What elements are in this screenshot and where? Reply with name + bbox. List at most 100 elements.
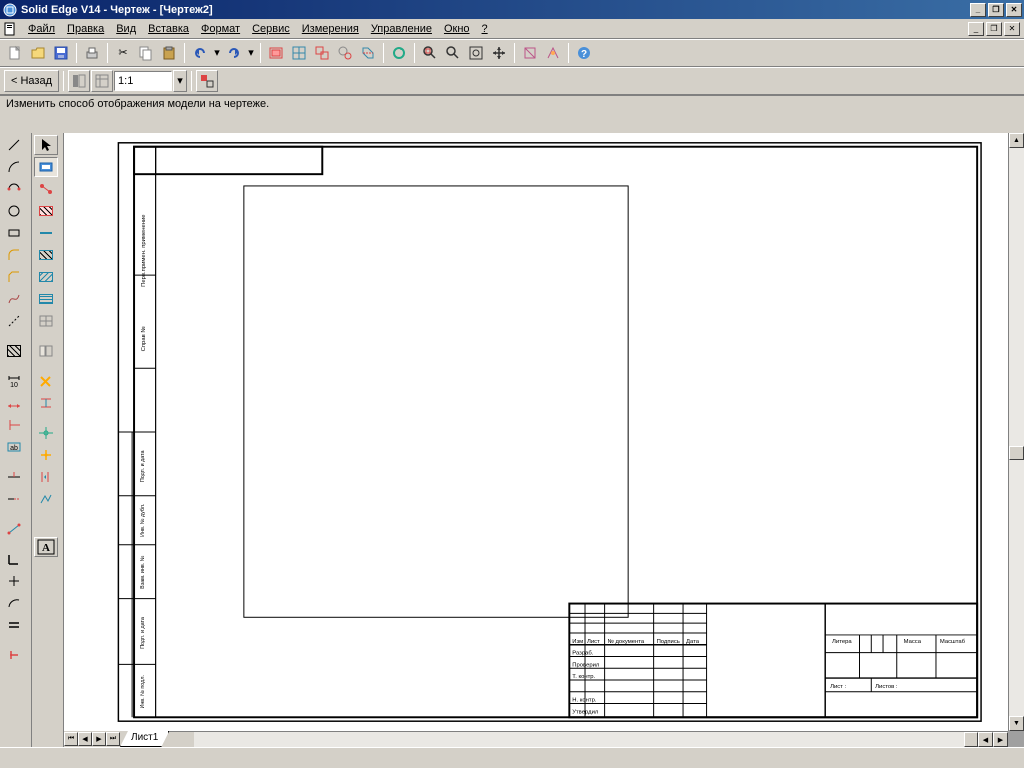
menu-edit[interactable]: Правка — [61, 21, 110, 37]
callout-point-icon[interactable] — [2, 571, 26, 591]
chamfer-tool-icon[interactable] — [2, 267, 26, 287]
mdi-restore-button[interactable]: ❐ — [986, 22, 1002, 36]
paste-button[interactable] — [158, 42, 180, 64]
menu-tools[interactable]: Сервис — [246, 21, 296, 37]
main-view-button[interactable] — [288, 42, 310, 64]
edgebar-tool-icon[interactable] — [34, 341, 58, 361]
edit-dim-tool-icon[interactable]: ab — [2, 437, 26, 457]
drawing-canvas[interactable]: Перв.примен. применение Справ № Подп. и … — [64, 133, 1008, 731]
callout-arc-icon[interactable] — [2, 593, 26, 613]
menu-view[interactable]: Вид — [110, 21, 142, 37]
circle-tool-icon[interactable] — [2, 201, 26, 221]
tangent-tool-icon[interactable] — [34, 311, 58, 331]
callout-eq-icon[interactable] — [2, 615, 26, 635]
menu-file[interactable]: Файл — [22, 21, 61, 37]
horizontal-scrollbar[interactable]: ◀ ▶ — [64, 731, 1008, 747]
vertical-scrollbar[interactable]: ▲ ▼ — [1008, 133, 1024, 731]
detail-view-button[interactable] — [334, 42, 356, 64]
scroll-up-button[interactable]: ▲ — [1009, 133, 1024, 148]
menu-manage[interactable]: Управление — [365, 21, 438, 37]
menu-help[interactable]: ? — [476, 21, 494, 37]
mdi-minimize-button[interactable]: _ — [968, 22, 984, 36]
menu-window[interactable]: Окно — [438, 21, 476, 37]
shading-mode-button[interactable] — [68, 70, 90, 92]
display-quality-button[interactable] — [91, 70, 113, 92]
update-views-button[interactable] — [388, 42, 410, 64]
mdi-close-button[interactable]: ✕ — [1004, 22, 1020, 36]
trim-tool-icon[interactable] — [2, 467, 26, 487]
parallel-tool-icon[interactable] — [34, 245, 58, 265]
maximize-button[interactable]: ❐ — [988, 3, 1004, 17]
sketch-tool-icon[interactable] — [34, 157, 58, 177]
new-button[interactable] — [4, 42, 26, 64]
sheet-first-button[interactable]: ⏮ — [64, 732, 78, 746]
save-button[interactable] — [50, 42, 72, 64]
line-tool-icon[interactable] — [2, 135, 26, 155]
sheet-last-button[interactable]: ⏭ — [106, 732, 120, 746]
close-button[interactable]: ✕ — [1006, 3, 1022, 17]
help-button[interactable]: ? — [573, 42, 595, 64]
origin-tool-icon[interactable] — [34, 423, 58, 443]
zoom-button[interactable] — [442, 42, 464, 64]
text-tool-icon[interactable]: A — [34, 537, 58, 557]
rect-tool-icon[interactable] — [2, 223, 26, 243]
fillet-tool-icon[interactable] — [2, 245, 26, 265]
rel-align-icon[interactable] — [34, 467, 58, 487]
menu-measure[interactable]: Измерения — [296, 21, 365, 37]
tool-a-button[interactable] — [519, 42, 541, 64]
retrieve-dim-icon[interactable] — [34, 371, 58, 391]
dimension-tool-icon[interactable] — [2, 393, 26, 413]
hatch-tool-icon[interactable] — [2, 341, 26, 361]
print-button[interactable] — [81, 42, 103, 64]
match-settings-button[interactable] — [196, 70, 218, 92]
axis-dim-tool-icon[interactable] — [2, 415, 26, 435]
view-wizard-button[interactable] — [265, 42, 287, 64]
callout-perp-icon[interactable] — [2, 549, 26, 569]
tool-b-button[interactable] — [542, 42, 564, 64]
spline-tool-icon[interactable] — [2, 289, 26, 309]
scrollbar-thumb[interactable] — [1009, 446, 1024, 460]
undo-button[interactable] — [189, 42, 211, 64]
arc-tool-icon[interactable] — [2, 157, 26, 177]
undo-dropdown[interactable]: ▾ — [212, 42, 222, 64]
scroll-left-button[interactable]: ◀ — [978, 732, 993, 747]
minimize-button[interactable]: _ — [970, 3, 986, 17]
redo-dropdown[interactable]: ▾ — [246, 42, 256, 64]
scroll-right-button[interactable]: ▶ — [993, 732, 1008, 747]
perp-tool-icon[interactable] — [34, 267, 58, 287]
copy-button[interactable] — [135, 42, 157, 64]
horiz-tool-icon[interactable] — [34, 201, 58, 221]
sheet-tab[interactable]: Лист1 — [120, 731, 169, 747]
extend-tool-icon[interactable] — [2, 489, 26, 509]
menu-format[interactable]: Формат — [195, 21, 246, 37]
collinear-tool-icon[interactable] — [34, 223, 58, 243]
move-origin-icon[interactable] — [34, 445, 58, 465]
scale-input[interactable] — [114, 71, 172, 91]
back-button[interactable]: < Назад — [4, 70, 59, 92]
sheet-prev-button[interactable]: ◀ — [78, 732, 92, 746]
scrollbar-thumb[interactable] — [964, 732, 978, 747]
pan-button[interactable] — [488, 42, 510, 64]
redo-button[interactable] — [223, 42, 245, 64]
dim-axis-icon[interactable] — [34, 393, 58, 413]
zoom-fit-button[interactable] — [465, 42, 487, 64]
rel-free-icon[interactable] — [34, 489, 58, 509]
menu-insert[interactable]: Вставка — [142, 21, 195, 37]
open-button[interactable] — [27, 42, 49, 64]
scrollbar-track[interactable] — [1009, 148, 1024, 716]
section-view-button[interactable] — [357, 42, 379, 64]
sheet-next-button[interactable]: ▶ — [92, 732, 106, 746]
scrollbar-track[interactable] — [194, 732, 978, 747]
construction-tool-icon[interactable] — [2, 311, 26, 331]
select-tool-icon[interactable] — [34, 135, 58, 155]
smartdim-tool-icon[interactable]: 10 — [2, 371, 26, 391]
aux-view-button[interactable] — [311, 42, 333, 64]
scale-dropdown[interactable]: ▾ — [173, 70, 187, 92]
connect-tool-icon[interactable] — [34, 179, 58, 199]
scroll-down-button[interactable]: ▼ — [1009, 716, 1024, 731]
arc3pt-tool-icon[interactable] — [2, 179, 26, 199]
mdi-doc-icon[interactable] — [2, 21, 18, 37]
cut-button[interactable]: ✂ — [112, 42, 134, 64]
concentric-tool-icon[interactable] — [34, 289, 58, 309]
rel-tool-icon[interactable] — [2, 519, 26, 539]
